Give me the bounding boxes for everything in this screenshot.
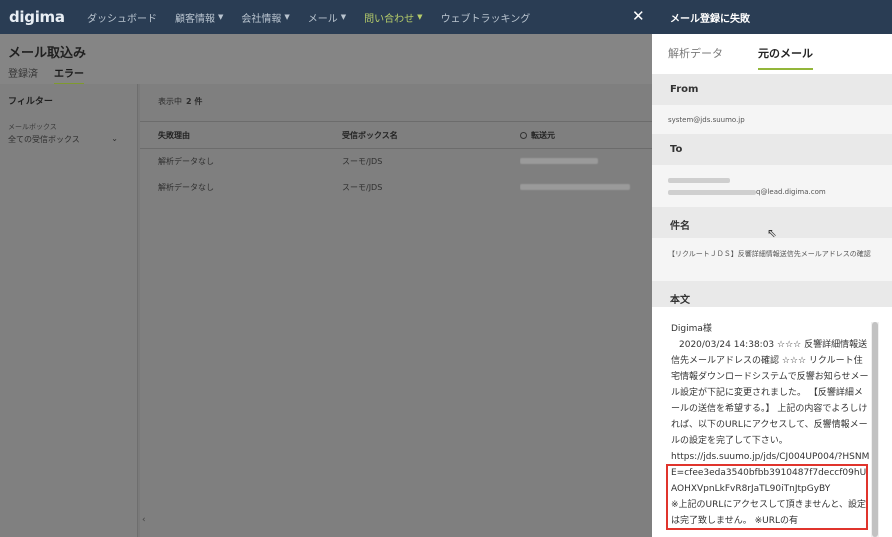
error-table-area: 表示中 2 件 失敗理由 受信ボックス名 転送元 解析データなし スーモ/JDS … [140,84,652,537]
page-tabs: 登録済 エラー [8,65,84,85]
nav-item-label: 会社情報 [241,13,282,25]
body-scrollbar[interactable] [871,322,879,537]
scroll-left-icon[interactable]: ‹ [142,515,146,525]
nav-item-mail[interactable]: メール ▼ [308,10,346,25]
nav-item-customers[interactable]: 顧客情報 ▼ [175,10,223,25]
column-header-sender[interactable]: 転送元 [520,122,652,148]
chevron-down-icon: ▼ [218,13,224,21]
nav-item-label: ウェブトラッキング [440,13,531,25]
nav-item-label: 顧客情報 [175,13,215,25]
subject-value: 【リクルートＪＤＳ】反響詳細情報送信先メールアドレスの確認 [668,250,871,258]
table-row[interactable]: 解析データなし スーモ/JDS [140,148,652,174]
from-section-header: From [652,74,892,105]
row-inbox: スーモ/JDS [342,156,383,166]
filter-title: フィルター [8,97,53,107]
nav-item-dashboard[interactable]: ダッシュボード [87,10,157,25]
count-label: 表示中 [158,97,182,106]
column-header-label: 転送元 [531,130,555,140]
redacted-text [668,189,756,195]
to-value: q@lead.digima.com [668,174,826,198]
chevron-down-icon: ⌄ [111,134,118,143]
page-header: メール取込み 登録済 エラー [0,34,652,85]
tab-parsed-data[interactable]: 解析データ [668,45,723,68]
to-section-header: To [652,134,892,165]
mailbox-select[interactable]: 全ての受信ボックス ⌄ [8,134,118,145]
row-reason: 解析データなし [158,156,214,166]
background-app-overlay: メール取込み 登録済 エラー フィルター メールボックス 全ての受信ボックス ⌄… [0,34,652,537]
drawer-tabs: 解析データ 元のメール [652,34,892,76]
column-header-inbox[interactable]: 受信ボックス名 [342,122,502,148]
body-paragraph: 2020/03/24 14:38:03 ☆☆☆ 反響詳細情報送信先メールアドレス… [671,340,869,446]
app-logo[interactable]: digima [9,8,69,26]
top-navigation: digima ダッシュボード 顧客情報 ▼ 会社情報 ▼ メール ▼ 問い合わせ… [0,0,652,34]
chevron-down-icon: ▼ [340,13,347,21]
row-sender-redacted [520,174,652,200]
nav-item-label: メール [307,13,338,25]
to-domain: q@lead.digima.com [756,188,826,196]
column-header-reason[interactable]: 失敗理由 [158,122,328,148]
nav-item-label: ダッシュボード [87,13,157,25]
result-count: 表示中 2 件 [158,96,202,107]
url-highlight-box [666,464,868,530]
row-sender-redacted [520,148,652,174]
filter-panel: フィルター メールボックス 全ての受信ボックス ⌄ [0,84,138,537]
redacted-text [668,177,730,183]
nav-item-web-tracking[interactable]: ウェブトラッキング [441,10,531,25]
body-scrollbar-thumb[interactable] [872,322,878,537]
nav-item-companies[interactable]: 会社情報 ▼ [241,10,289,25]
table-header: 失敗理由 受信ボックス名 転送元 [140,121,652,149]
tab-registered[interactable]: 登録済 [8,65,38,85]
nav-item-label: 問い合わせ [364,13,415,25]
info-icon [520,131,527,139]
chevron-down-icon: ▼ [284,13,290,21]
row-reason: 解析データなし [158,182,214,192]
mailbox-select-value: 全ての受信ボックス [8,135,80,144]
mailbox-label: メールボックス [8,123,57,131]
chevron-down-icon: ▼ [417,13,423,21]
body-greeting: Digima様 [671,324,712,334]
tab-original-mail[interactable]: 元のメール [758,45,813,70]
drawer-title: メール登録に失敗 [652,0,892,34]
table-row[interactable]: 解析データなし スーモ/JDS [140,174,652,200]
from-value: system@jds.suumo.jp [668,116,745,124]
page-title: メール取込み [8,46,87,61]
close-icon[interactable]: ✕ [632,7,645,25]
mouse-cursor-icon: ⇖ [767,226,778,240]
nav-item-inquiries[interactable]: 問い合わせ ▼ [364,10,422,25]
mail-detail-drawer: メール登録に失敗 解析データ 元のメール From system@jds.suu… [652,0,892,537]
row-inbox: スーモ/JDS [342,182,383,192]
tab-error[interactable]: エラー [54,65,84,85]
count-value: 2 件 [186,97,203,106]
